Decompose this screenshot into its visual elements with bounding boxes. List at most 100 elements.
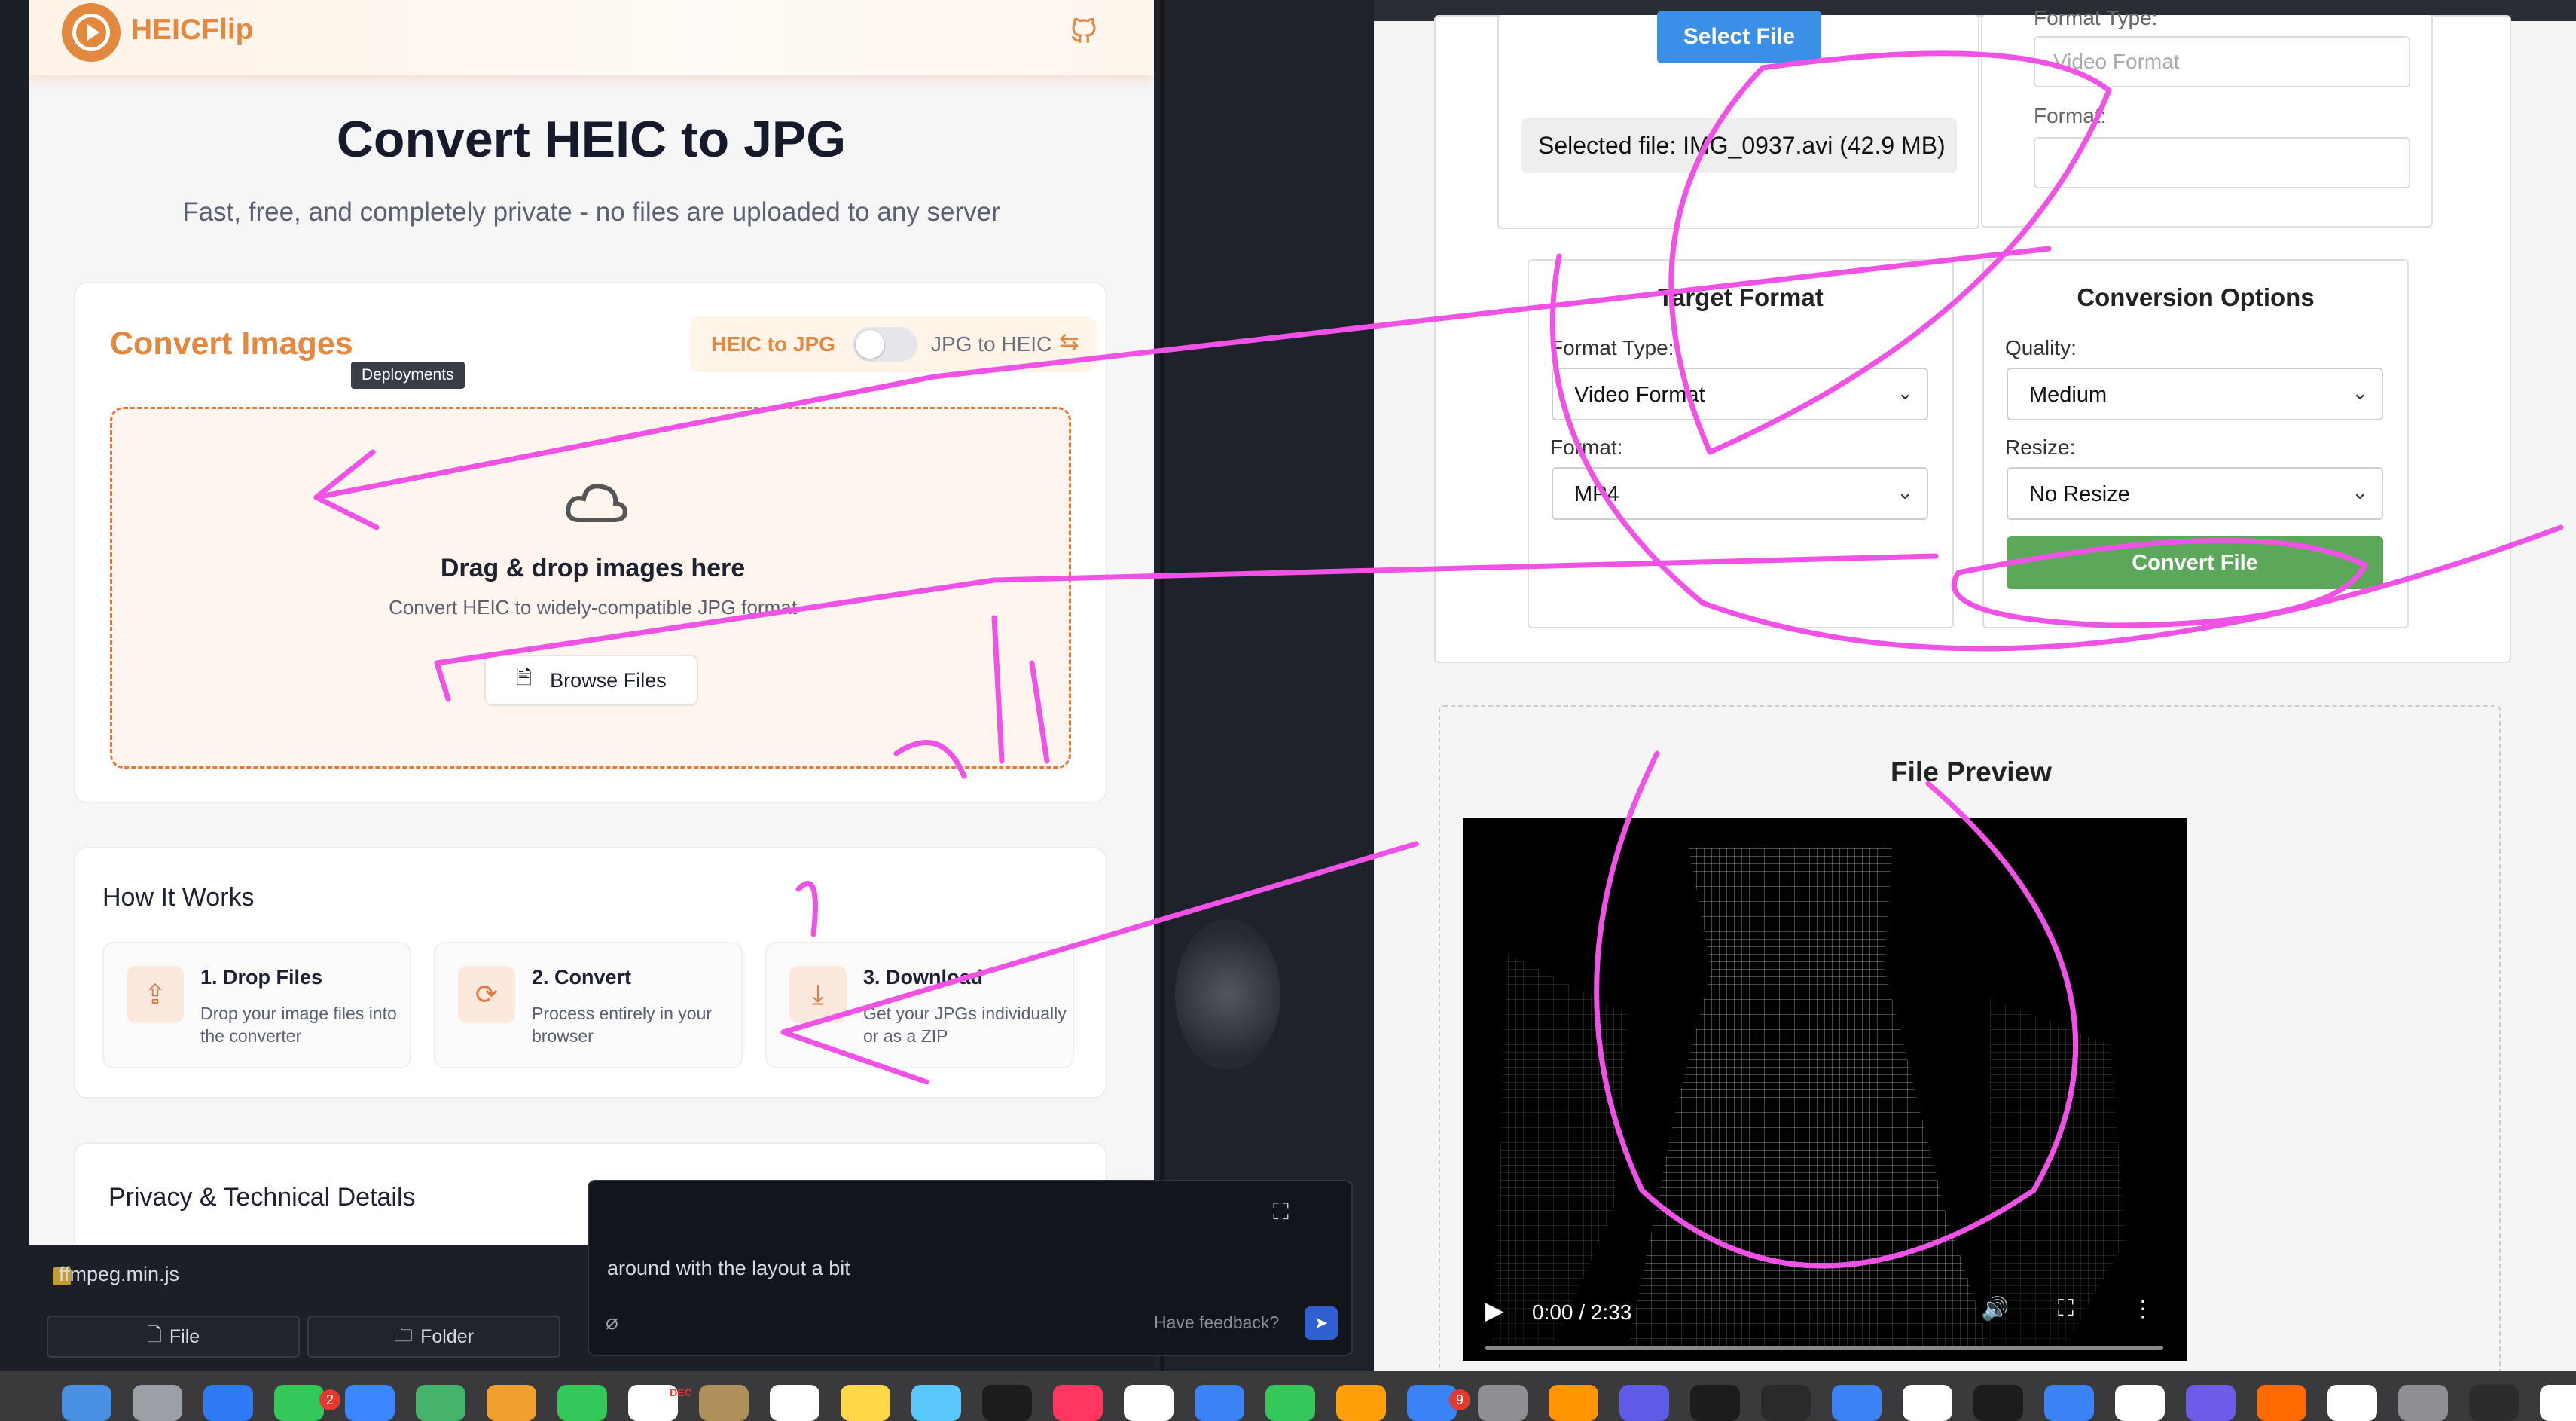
file-image-icon: 🖹: [516, 666, 533, 689]
brand-name[interactable]: HEICFlip: [131, 14, 254, 47]
step-card: ⤓ 3. Download Get your JPGs individually…: [765, 942, 1074, 1068]
how-it-works-heading: How It Works: [102, 883, 255, 912]
toggle-heic-to-jpg[interactable]: HEIC to JPG: [711, 332, 835, 356]
ghost-format-type-select[interactable]: Video Format: [2034, 36, 2410, 87]
mode-switch[interactable]: [853, 327, 917, 362]
dock-app-icon[interactable]: [911, 1385, 961, 1421]
dock-app-icon[interactable]: [1973, 1385, 2023, 1421]
drop-zone[interactable]: Drag & drop images here Convert HEIC to …: [110, 407, 1071, 769]
ghost-format-select[interactable]: [2034, 137, 2410, 188]
download-icon: ⤓: [789, 966, 847, 1023]
chevron-down-icon: ⌄: [1897, 381, 1913, 404]
dock-app-icon[interactable]: [1761, 1385, 1811, 1421]
dock-app-icon[interactable]: [2540, 1385, 2576, 1421]
step-description: Drop your image files into the converter: [200, 1004, 397, 1046]
selected-file-info: Selected file: IMG_0937.avi (42.9 MB): [1521, 118, 1957, 173]
dock-app-icon[interactable]: [62, 1385, 111, 1421]
dock-app-icon[interactable]: [1619, 1385, 1669, 1421]
convert-file-button[interactable]: Convert File: [2007, 536, 2383, 589]
format-select[interactable]: MP4 ⌄: [1552, 467, 1928, 520]
dock-app-icon[interactable]: [841, 1385, 890, 1421]
dock-app-icon[interactable]: [1690, 1385, 1740, 1421]
resize-label: Resize:: [2005, 435, 2076, 459]
dock-app-icon[interactable]: [1265, 1385, 1315, 1421]
ghost-format-label: Format:: [2034, 104, 2107, 127]
dock-app-icon[interactable]: [982, 1385, 1032, 1421]
browse-files-label: Browse Files: [550, 668, 667, 692]
dock-app-icon[interactable]: [1053, 1385, 1103, 1421]
select-file-button[interactable]: Select File: [1657, 11, 1821, 63]
step-title: 3. Download: [863, 966, 984, 989]
dock-app-icon[interactable]: [770, 1385, 819, 1421]
chat-input[interactable]: around with the layout a bit ⌀ Have feed…: [588, 1180, 1353, 1356]
dock-app-icon[interactable]: [1195, 1385, 1244, 1421]
dock-app-icon[interactable]: [2186, 1385, 2236, 1421]
video-player[interactable]: ▶ 0:00 / 2:33 🔊 ⛶ ⋮: [1463, 818, 2187, 1361]
dock-app-icon[interactable]: [2044, 1385, 2094, 1421]
dock-app-icon[interactable]: [2257, 1385, 2306, 1421]
mode-toggle[interactable]: HEIC to JPG JPG to HEIC ⇆: [690, 316, 1097, 372]
more-options-icon[interactable]: ⋮: [2132, 1296, 2154, 1322]
dock-app-icon[interactable]: [557, 1385, 607, 1421]
dock-app-icon[interactable]: [487, 1385, 536, 1421]
dock-app-icon[interactable]: [133, 1385, 182, 1421]
dock-app-icon[interactable]: [203, 1385, 253, 1421]
app-header: HEICFlip: [29, 0, 1154, 75]
dock-app-icon[interactable]: [345, 1385, 395, 1421]
quality-select[interactable]: Medium ⌄: [2007, 368, 2383, 420]
file-preview-card: File Preview ▶ 0:00 / 2:33 🔊 ⛶ ⋮: [1439, 705, 2501, 1371]
dock-app-icon[interactable]: [1549, 1385, 1598, 1421]
dock-app-icon[interactable]: [274, 1385, 324, 1421]
logo-icon[interactable]: [62, 3, 121, 62]
attach-icon[interactable]: ⌀: [606, 1309, 618, 1334]
fullscreen-icon[interactable]: ⛶: [2058, 1296, 2074, 1322]
page-subtitle: Fast, free, and completely private - no …: [182, 197, 1000, 227]
resize-select[interactable]: No Resize ⌄: [2007, 467, 2383, 520]
dock-app-icon[interactable]: [2327, 1385, 2377, 1421]
send-button[interactable]: ➤: [1305, 1306, 1338, 1340]
video-progress-bar[interactable]: [1485, 1346, 2163, 1350]
file-icon: 🗋: [146, 1324, 162, 1346]
dock-app-icon[interactable]: [416, 1385, 465, 1421]
chevron-down-icon: ⌄: [2352, 381, 2368, 404]
chat-text[interactable]: around with the layout a bit: [607, 1257, 850, 1280]
dock-app-icon[interactable]: [1336, 1385, 1386, 1421]
dock-app-icon[interactable]: [699, 1385, 749, 1421]
messages-badge: 2: [319, 1389, 340, 1410]
toggle-jpg-to-heic[interactable]: JPG to HEIC: [931, 332, 1051, 356]
dock-app-icon[interactable]: [1478, 1385, 1528, 1421]
swap-icon[interactable]: ⇆: [1059, 327, 1079, 356]
dock-app-icon[interactable]: [1124, 1385, 1174, 1421]
drop-subtitle: Convert HEIC to widely-compatible JPG fo…: [389, 596, 797, 619]
dock-app-icon[interactable]: [1903, 1385, 1952, 1421]
feedback-link[interactable]: Have feedback?: [1154, 1313, 1279, 1333]
panel-divider[interactable]: [1160, 0, 1164, 1371]
upload-icon: ⇪: [127, 966, 184, 1023]
volume-icon[interactable]: 🔊: [1981, 1296, 2009, 1322]
dock-app-icon[interactable]: [2115, 1385, 2165, 1421]
privacy-heading: Privacy & Technical Details: [108, 1183, 416, 1212]
blurred-region: [1175, 919, 1280, 1070]
screenshot-icon[interactable]: ⛶: [1273, 1199, 1289, 1225]
step-description: Get your JPGs individually or as a ZIP: [863, 1004, 1067, 1046]
dock-app-icon[interactable]: [2398, 1385, 2448, 1421]
new-file-button[interactable]: 🗋 File: [47, 1316, 300, 1358]
play-icon[interactable]: ▶: [1485, 1296, 1504, 1325]
browse-files-button[interactable]: 🖹 Browse Files: [484, 655, 698, 706]
editor-panel: [1154, 0, 1372, 1371]
chevron-down-icon: ⌄: [1897, 481, 1913, 503]
new-folder-button[interactable]: 🗀 Folder: [307, 1316, 560, 1358]
github-icon[interactable]: [1068, 15, 1100, 47]
file-button-label: File: [169, 1325, 200, 1347]
page-title: Convert HEIC to JPG: [336, 111, 847, 168]
file-preview-heading: File Preview: [1891, 756, 2052, 787]
heicflip-window: HEICFlip Convert HEIC to JPG Fast, free,…: [29, 0, 1154, 1245]
video-time: 0:00 / 2:33: [1532, 1300, 1632, 1324]
cloud-upload-icon: [566, 484, 627, 522]
format-type-select[interactable]: Video Format ⌄: [1552, 368, 1928, 420]
dock-app-icon[interactable]: [1832, 1385, 1882, 1421]
folder-button-label: Folder: [420, 1325, 474, 1347]
file-item[interactable]: ffmpeg.min.js: [59, 1263, 179, 1286]
drop-title: Drag & drop images here: [440, 554, 746, 582]
dock-app-icon[interactable]: [2469, 1385, 2519, 1421]
